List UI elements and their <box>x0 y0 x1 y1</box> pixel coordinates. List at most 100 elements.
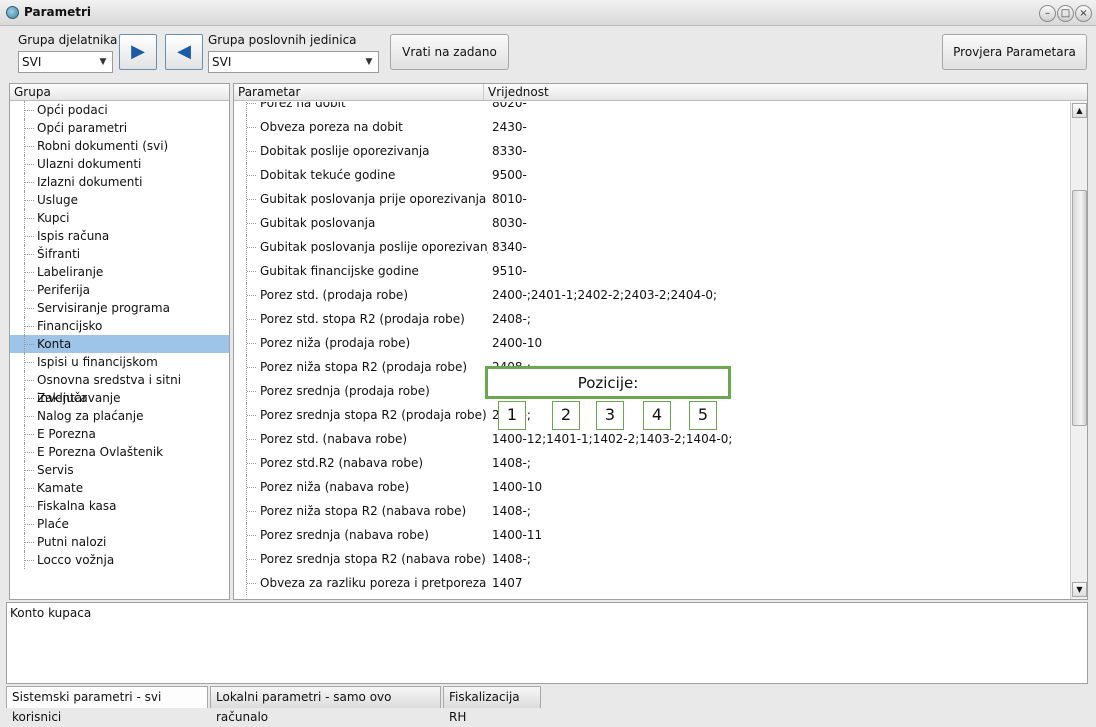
param-row[interactable]: Porez na dobit 8020- <box>234 102 1070 115</box>
tree-item-label: Locco vožnja <box>37 553 115 567</box>
param-value[interactable]: 8010- <box>492 187 527 211</box>
param-value[interactable]: 1408-; <box>492 547 531 571</box>
tree-item[interactable]: Usluge <box>10 191 229 209</box>
tree-item[interactable]: Ulazni dokumenti <box>10 155 229 173</box>
tree-connector <box>24 245 34 263</box>
tree-item[interactable]: Opći parametri <box>10 119 229 137</box>
tree-item[interactable]: Izlazni dokumenti <box>10 173 229 191</box>
tree-item[interactable]: Konta <box>10 335 229 353</box>
param-value[interactable]: 2408-; <box>492 307 531 331</box>
tree-item[interactable]: Zaključavanje <box>10 389 229 407</box>
move-right-button[interactable]: ▶ <box>119 34 157 70</box>
param-row[interactable]: Porez srednja (nabava robe) 1400-11 <box>234 523 1070 547</box>
maximize-button[interactable]: □ <box>1057 5 1074 22</box>
tab-system-params[interactable]: Sistemski parametri - svi korisnici <box>6 686 208 724</box>
param-row[interactable]: Porez std. (prodaja robe) 2400-;2401-1;24… <box>234 283 1070 307</box>
minimize-button[interactable]: – <box>1039 5 1056 22</box>
scroll-up-button[interactable]: ▲ <box>1072 103 1087 118</box>
grupa-djelatnika-select[interactable]: SVI ▼ <box>18 51 113 73</box>
tree-connector <box>246 102 256 115</box>
param-row[interactable]: Gubitak poslovanja 8030- <box>234 211 1070 235</box>
tree-connector <box>24 209 34 227</box>
tree-item[interactable]: Servisiranje programa <box>10 299 229 317</box>
param-value[interactable]: 1400-10 <box>492 475 542 499</box>
param-value[interactable]: 2400-;2401-1;2402-2;2403-2;2404-0; <box>492 283 717 307</box>
chevron-down-icon[interactable]: ▼ <box>94 52 112 72</box>
param-row[interactable]: Gubitak poslovanja poslije oporezivanja 8… <box>234 235 1070 259</box>
param-value[interactable]: 2400-10 <box>492 331 542 355</box>
tree-item[interactable]: Osnovna sredstva i sitni inventar <box>10 371 229 405</box>
param-row[interactable]: Porez niža (prodaja robe) 2400-10 <box>234 331 1070 355</box>
param-value[interactable]: 8030- <box>492 211 527 235</box>
param-row[interactable]: Obveza za razliku poreza i pretporeza 140… <box>234 571 1070 595</box>
param-value[interactable]: 8340- <box>492 235 527 259</box>
tree-item-label: Kupci <box>37 211 70 225</box>
tree-connector <box>24 425 34 443</box>
param-value[interactable]: 8020- <box>492 102 527 115</box>
param-value[interactable]: 1407 <box>492 571 523 595</box>
param-row[interactable]: Porez std. stopa R2 (prodaja robe) 2408-; <box>234 307 1070 331</box>
param-row[interactable]: Gubitak financijske godine 9510- <box>234 259 1070 283</box>
scroll-thumb[interactable] <box>1072 190 1087 426</box>
param-row[interactable]: Porez niža (nabava robe) 1400-10 <box>234 475 1070 499</box>
param-row[interactable]: Obveza poreza na dobit 2430- <box>234 115 1070 139</box>
param-value[interactable]: 1408-; <box>492 499 531 523</box>
param-value[interactable]: 8330- <box>492 139 527 163</box>
tab-local-params[interactable]: Lokalni parametri - samo ovo računalo <box>210 686 441 724</box>
value-column-header[interactable]: Vrijednost <box>484 84 1087 101</box>
tree-connector <box>24 461 34 479</box>
tree-item[interactable]: Putni nalozi <box>10 533 229 551</box>
params-scrollbar[interactable]: ▲ ▼ <box>1070 102 1087 599</box>
param-row[interactable]: Porez niža stopa R2 (nabava robe) 1408-; <box>234 499 1070 523</box>
tree-item[interactable]: Opći podaci <box>10 101 229 119</box>
tree-item[interactable]: Robni dokumenti (svi) <box>10 137 229 155</box>
reset-defaults-button[interactable]: Vrati na zadano <box>390 34 509 70</box>
tree-item[interactable]: Nalog za plaćanje <box>10 407 229 425</box>
tree-item[interactable]: E Porezna <box>10 425 229 443</box>
param-value[interactable]: 1400-11 <box>492 523 542 547</box>
move-left-button[interactable]: ◀ <box>165 34 203 70</box>
tree-item[interactable]: Plaće <box>10 515 229 533</box>
param-value[interactable]: 2430- <box>492 115 527 139</box>
param-column-header[interactable]: Parametar <box>234 84 484 101</box>
check-parameters-button[interactable]: Provjera Parametara <box>942 34 1087 70</box>
scroll-down-button[interactable]: ▼ <box>1072 582 1087 597</box>
arrow-left-icon: ◀ <box>177 41 191 62</box>
group-tree: Opći podaci Opći parametri Robni dokumenti… <box>10 101 229 599</box>
tree-item[interactable]: Kupci <box>10 209 229 227</box>
param-row[interactable]: Dobitak tekuće godine 9500- <box>234 163 1070 187</box>
tree-item[interactable]: Labeliranje <box>10 263 229 281</box>
param-value[interactable]: 9510- <box>492 259 527 283</box>
tree-item-label: Servis <box>37 463 74 477</box>
tree-item-label: Opći podaci <box>37 103 108 117</box>
param-value[interactable]: 1408-; <box>492 451 531 475</box>
tree-item[interactable]: E Porezna Ovlaštenik <box>10 443 229 461</box>
tree-item[interactable]: Periferija <box>10 281 229 299</box>
group-panel: Grupa Opći podaci Opći parametri Robni dok… <box>9 83 230 600</box>
tree-item[interactable]: Ispisi u financijskom <box>10 353 229 371</box>
param-row[interactable]: Porez std.R2 (nabava robe) 1408-; <box>234 451 1070 475</box>
tree-connector <box>246 115 256 139</box>
param-row[interactable]: Porez srednja stopa R2 (nabava robe) 1408… <box>234 547 1070 571</box>
tree-item[interactable]: Ispis računa <box>10 227 229 245</box>
group-column-header[interactable]: Grupa <box>10 84 229 101</box>
tree-connector <box>24 335 34 353</box>
param-row[interactable]: Porez std. (nabava robe) 1400-12;1401-1;1… <box>234 427 1070 451</box>
param-row[interactable]: Dobitak poslije oporezivanja 8330- <box>234 139 1070 163</box>
tab-fiscalization[interactable]: Fiskalizacija RH <box>443 686 541 724</box>
param-row[interactable]: Gubitak poslovanja prije oporezivanja 801… <box>234 187 1070 211</box>
tree-item[interactable]: Kamate <box>10 479 229 497</box>
tree-item-label: Servisiranje programa <box>37 301 170 315</box>
tree-item[interactable]: Fiskalna kasa <box>10 497 229 515</box>
tree-item[interactable]: Locco vožnja <box>10 551 229 569</box>
tree-item[interactable]: Servis <box>10 461 229 479</box>
tree-item-label: Putni nalozi <box>37 535 107 549</box>
tree-item[interactable]: Šifranti <box>10 245 229 263</box>
tree-item[interactable]: Financijsko <box>10 317 229 335</box>
param-value[interactable]: 9500- <box>492 163 527 187</box>
tree-connector <box>24 155 34 173</box>
grupa-poslovnih-select[interactable]: SVI ▼ <box>208 51 379 73</box>
param-value[interactable]: 1400-12;1401-1;1402-2;1403-2;1404-0; <box>492 427 732 451</box>
chevron-down-icon[interactable]: ▼ <box>360 52 378 72</box>
close-button[interactable]: × <box>1075 5 1092 22</box>
